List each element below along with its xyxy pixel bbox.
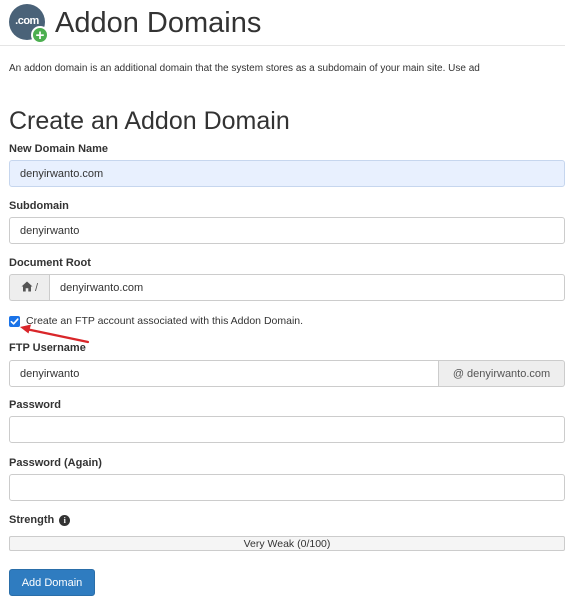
page-title: Addon Domains [55, 6, 262, 39]
plus-badge-icon: + [31, 26, 49, 44]
logo-text: .com [15, 15, 39, 27]
header-divider [0, 45, 565, 46]
annotation-arrow-icon [20, 324, 90, 344]
subdomain-label: Subdomain [9, 200, 69, 212]
new-domain-label: New Domain Name [9, 143, 109, 155]
ftp-username-group: denyirwanto @ denyirwanto.com [9, 360, 565, 387]
password-label: Password [9, 399, 61, 411]
document-root-prefix: / [9, 274, 49, 301]
ftp-username-input[interactable]: denyirwanto [9, 360, 439, 387]
section-title: Create an Addon Domain [9, 107, 290, 135]
addon-domains-logo-icon: .com + [9, 4, 49, 44]
document-root-prefix-slash: / [34, 281, 39, 294]
ftp-username-label: FTP Username [9, 342, 86, 354]
subdomain-input[interactable]: denyirwanto [9, 217, 565, 244]
document-root-group: / denyirwanto.com [9, 274, 565, 301]
password-strength-text: Very Weak (0/100) [243, 537, 331, 550]
new-domain-input[interactable]: denyirwanto.com [9, 160, 565, 187]
page-header: .com + Addon Domains [9, 2, 565, 44]
page-description: An addon domain is an additional domain … [9, 63, 480, 74]
ftp-username-suffix: @ denyirwanto.com [439, 360, 565, 387]
home-icon [21, 281, 33, 295]
document-root-label: Document Root [9, 257, 91, 269]
document-root-input[interactable]: denyirwanto.com [49, 274, 565, 301]
password-again-label: Password (Again) [9, 457, 102, 469]
add-domain-button[interactable]: Add Domain [9, 569, 95, 596]
info-icon[interactable]: i [59, 514, 71, 526]
strength-row: Strength i [9, 514, 71, 526]
strength-label: Strength [9, 514, 55, 526]
password-again-input[interactable] [9, 474, 565, 501]
password-strength-meter: Very Weak (0/100) [9, 536, 565, 551]
password-input[interactable] [9, 416, 565, 443]
